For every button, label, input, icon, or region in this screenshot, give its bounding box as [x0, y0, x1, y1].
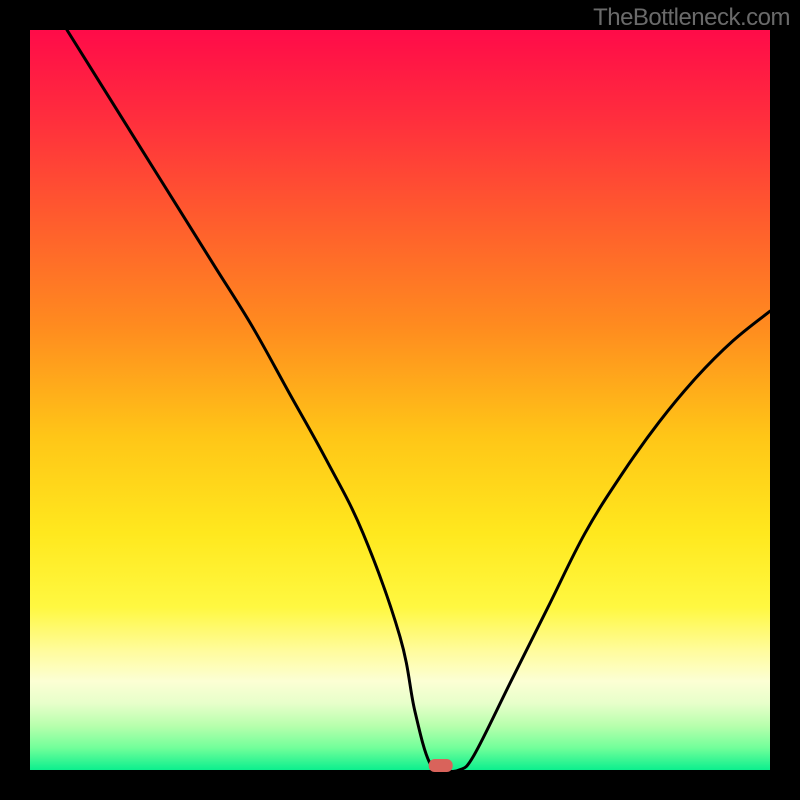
plot-background — [30, 30, 770, 770]
chart-container: TheBottleneck.com — [0, 0, 800, 800]
attribution-watermark: TheBottleneck.com — [593, 4, 790, 32]
optimal-marker — [429, 759, 453, 772]
bottleneck-chart — [0, 0, 800, 800]
